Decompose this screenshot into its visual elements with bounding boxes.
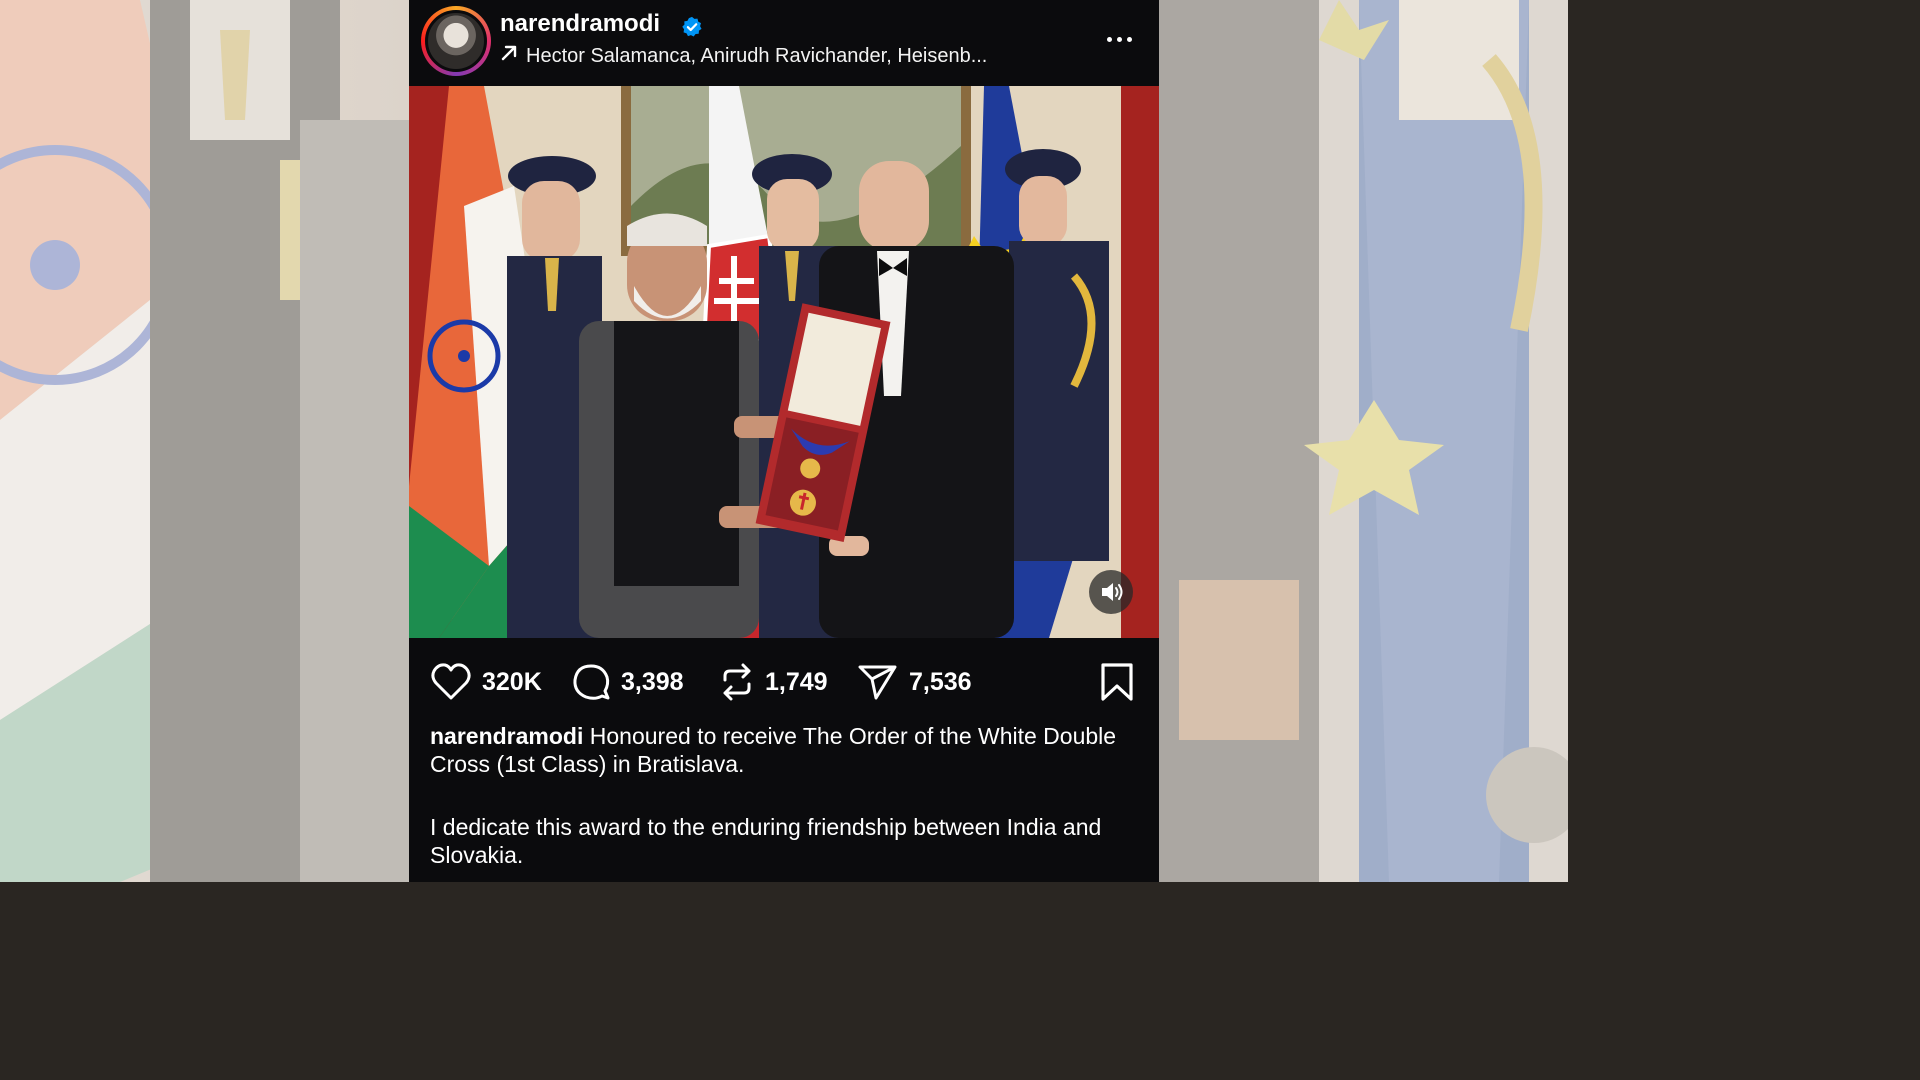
avatar[interactable] — [425, 10, 487, 72]
like-button[interactable]: 320K — [430, 660, 542, 704]
bookmark-button[interactable] — [1099, 662, 1135, 707]
instagram-post: narendramodi Hector Salamanca, Anirudh R… — [409, 0, 1159, 882]
tagged-users-text: Hector Salamanca, Anirudh Ravichander, H… — [526, 45, 988, 67]
heart-icon — [431, 663, 471, 700]
post-photo[interactable] — [409, 86, 1159, 638]
share-icon — [858, 665, 897, 700]
photo-scene — [409, 86, 1159, 638]
share-button[interactable]: 7,536 — [857, 660, 972, 704]
action-bar: 320K 3,398 1,749 7,536 — [409, 640, 1159, 724]
share-count: 7,536 — [909, 667, 972, 696]
tagged-users[interactable]: Hector Salamanca, Anirudh Ravichander, H… — [500, 44, 987, 68]
caption-paragraph-1: narendramodi Honoured to receive The Ord… — [430, 722, 1135, 778]
verified-badge-icon — [682, 16, 702, 37]
tag-arrow-icon — [501, 45, 517, 61]
bookmark-icon — [1101, 663, 1133, 701]
repost-count: 1,749 — [765, 667, 828, 696]
caption-username[interactable]: narendramodi — [430, 723, 583, 749]
comment-icon — [573, 664, 610, 700]
comment-button[interactable]: 3,398 — [571, 660, 684, 704]
post-header: narendramodi Hector Salamanca, Anirudh R… — [409, 0, 1159, 86]
more-options-icon[interactable] — [1103, 26, 1137, 52]
like-count: 320K — [482, 667, 542, 696]
volume-icon[interactable] — [1089, 570, 1133, 614]
post-username[interactable]: narendramodi — [500, 10, 660, 38]
post-caption: narendramodi Honoured to receive The Ord… — [430, 722, 1135, 869]
repost-button[interactable]: 1,749 — [719, 660, 828, 704]
caption-paragraph-2: I dedicate this award to the enduring fr… — [430, 814, 1102, 868]
comment-count: 3,398 — [621, 667, 684, 696]
repost-icon — [723, 663, 751, 701]
